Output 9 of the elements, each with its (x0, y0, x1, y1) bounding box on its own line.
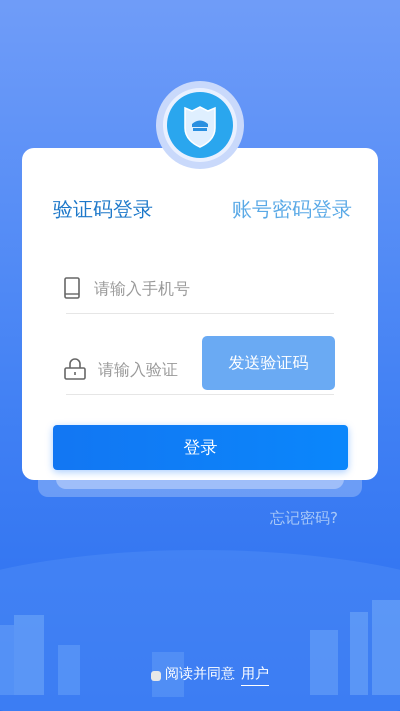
forgot-password-link[interactable]: 忘记密码? (270, 509, 338, 528)
login-button[interactable]: 登录 (53, 425, 348, 470)
login-tab[interactable]: 验证码登录 (53, 196, 153, 223)
agreement-text: 阅读并同意 (165, 665, 235, 683)
lock-icon (64, 358, 86, 380)
phone-icon (64, 277, 80, 299)
user-agreement-link[interactable]: 用户 (241, 665, 269, 686)
login-tab[interactable]: 账号密码登录 (232, 196, 352, 223)
send-code-button[interactable]: 发送验证码 (202, 336, 335, 390)
